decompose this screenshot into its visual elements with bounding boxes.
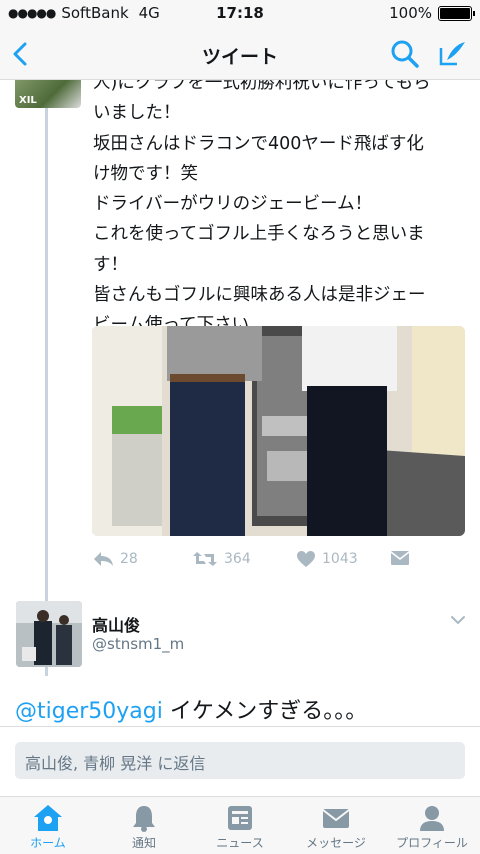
bell-icon (133, 806, 155, 832)
tab-label: プロフィール (396, 836, 468, 850)
compose-icon (439, 42, 465, 66)
photo-illustration (92, 326, 465, 536)
tab-notifications[interactable]: 通知 (96, 797, 192, 854)
compose-button[interactable] (435, 38, 467, 70)
status-bar: ●●●●● SoftBank 4G 17:18 100% (0, 0, 480, 28)
tweet-text-line: 坂田さんはドラコンで400ヤード飛ばす化 (93, 133, 424, 154)
tab-label: 通知 (131, 836, 156, 850)
search-icon (391, 40, 419, 68)
like-action[interactable]: 1043 (296, 550, 358, 568)
envelope-icon (390, 551, 410, 565)
tweet-actions: 28 364 1043 (92, 548, 422, 574)
thread-line (45, 108, 48, 676)
like-count: 1043 (322, 551, 358, 567)
tweet-author-avatar[interactable]: XIL (15, 80, 81, 108)
dm-action[interactable] (390, 550, 416, 566)
tab-profile[interactable]: プロフィール (384, 797, 480, 854)
reply-tweet-text: @tiger50yagi イケメンすぎる。。。 (15, 693, 367, 725)
retweet-icon (193, 552, 217, 566)
tweet-text-line: いました！ (93, 103, 181, 124)
tab-label: メッセージ (306, 836, 366, 850)
retweet-count: 364 (224, 551, 251, 567)
tab-label: ホーム (30, 836, 66, 850)
tweet-detail: XIL 人)にクラブを一式初勝利祝いに作ってもら いました！ 坂田さんはドラコン… (0, 80, 480, 726)
reply-author-avatar[interactable] (16, 601, 82, 667)
reply-author-name: 高山俊 (92, 616, 141, 635)
reply-body: イケメンすぎる。。。 (162, 699, 368, 724)
tab-label: ニュース (216, 836, 264, 850)
tweet-text: 人)にクラブを一式初勝利祝いに作ってもら いました！ 坂田さんはドラコンで400… (93, 80, 473, 341)
tweet-text-line: す！ (93, 254, 128, 275)
reply-input[interactable]: 高山俊, 青柳 晃洋 に返信 (15, 742, 465, 779)
tab-messages[interactable]: メッセージ (288, 797, 384, 854)
reply-author-handle: @stnsm1_m (92, 635, 185, 653)
tweet-text-line: け物です！笑 (93, 163, 198, 184)
news-icon (228, 806, 252, 830)
tab-bar: ホーム 通知 ニュース メッセージ プロフィール (0, 796, 480, 854)
tweet-text-line: 皆さんもゴフルに興味ある人は是非ジェー (93, 285, 426, 306)
tab-home[interactable]: ホーム (0, 797, 96, 854)
retweet-action[interactable]: 364 (192, 550, 251, 568)
navigation-bar: ツイート (0, 28, 480, 80)
envelope-icon (322, 809, 350, 828)
reply-action[interactable]: 28 (92, 550, 138, 568)
search-button[interactable] (389, 38, 421, 70)
battery-icon (438, 5, 475, 21)
avatar-text: XIL (19, 95, 37, 106)
battery-percent: 100% (389, 4, 432, 22)
reply-author[interactable]: 高山俊 @stnsm1_m (0, 592, 480, 672)
tweet-text-line: これを使ってゴフル上手くなろうと思いま (93, 224, 425, 245)
tweet-photo[interactable] (92, 326, 465, 536)
tab-news[interactable]: ニュース (192, 797, 288, 854)
status-right: 100% (389, 4, 475, 22)
reply-count: 28 (120, 551, 138, 567)
tweet-text-line: 人)にクラブを一式初勝利祝いに作ってもら (93, 80, 431, 93)
tweet-text-line: ドライバーがウリのジェービーム！ (93, 194, 373, 215)
heart-icon (297, 551, 315, 567)
person-icon (420, 806, 444, 831)
home-icon (34, 805, 62, 831)
reply-icon (94, 552, 113, 566)
mention-link[interactable]: @tiger50yagi (15, 699, 163, 724)
chevron-down-icon[interactable] (450, 614, 466, 626)
reply-compose-bar: 高山俊, 青柳 晃洋 に返信 (0, 726, 480, 796)
avatar-photo (16, 601, 82, 667)
